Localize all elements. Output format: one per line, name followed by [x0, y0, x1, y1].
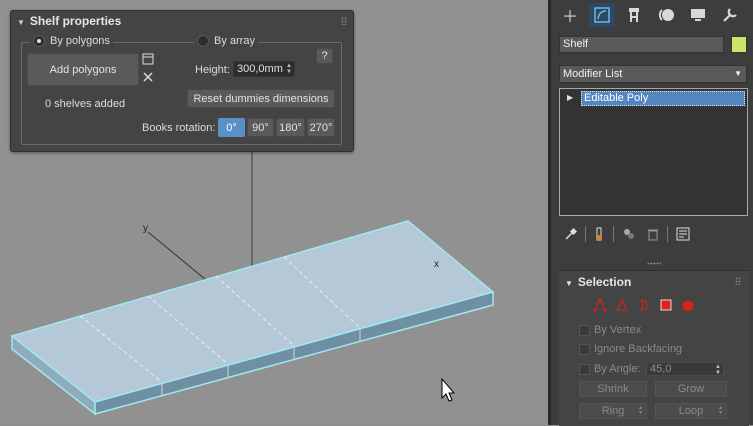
window-icon[interactable] — [142, 53, 156, 67]
rotation-0-button[interactable]: 0° — [218, 118, 245, 137]
y-axis-label: y — [143, 223, 148, 234]
polygon-mode-icon[interactable] — [659, 298, 673, 312]
utilities-tab-icon[interactable] — [717, 3, 743, 27]
radio-by-polygons-label: By polygons — [50, 35, 110, 47]
make-unique-icon[interactable] — [621, 226, 637, 242]
viewport[interactable]: y x ▼ Shelf properties By polygons By arr… — [0, 0, 548, 425]
shelves-count-text: 0 shelves added — [45, 98, 126, 110]
modifier-list-dropdown[interactable]: Modifier List ▼ — [559, 65, 747, 83]
element-mode-icon[interactable] — [681, 298, 695, 312]
by-angle-value: 45,0 — [650, 363, 672, 375]
by-angle-spinner[interactable]: 45,0 ▲ ▼ — [646, 362, 724, 376]
ring-button[interactable]: Ring ▲ ▼ — [579, 403, 647, 419]
radio-by-polygons[interactable]: By polygons — [30, 35, 113, 47]
clear-x-icon[interactable] — [142, 71, 156, 85]
vertex-mode-icon[interactable] — [593, 298, 607, 312]
ignore-backfacing-label: Ignore Backfacing — [594, 343, 683, 355]
checkbox-box — [579, 343, 590, 355]
panel-title[interactable]: ▼ Shelf properties — [17, 14, 121, 28]
radio-on-icon — [33, 35, 45, 47]
panel-title-text: Shelf properties — [29, 14, 122, 28]
by-angle-checkbox[interactable]: By Angle: — [579, 363, 640, 375]
grow-button[interactable]: Grow — [655, 381, 727, 397]
reset-dummies-button[interactable]: Reset dummies dimensions — [187, 89, 335, 108]
pin-stack-icon[interactable] — [563, 226, 579, 242]
panel-grip-icon[interactable] — [341, 17, 347, 25]
command-tabs: ＋ — [551, 0, 753, 30]
height-label: Height: — [195, 64, 230, 76]
display-tab-icon[interactable] — [685, 3, 711, 27]
height-spinner[interactable]: 300,0mm ▲ ▼ — [233, 61, 295, 77]
radio-by-array-label: By array — [214, 35, 255, 47]
selection-rollout-title[interactable]: ▼ Selection — [565, 275, 631, 289]
rotation-90-button[interactable]: 90° — [247, 118, 274, 137]
ring-spinner-icon[interactable]: ▲ ▼ — [638, 406, 643, 416]
toolbar-separator — [667, 226, 668, 242]
dropdown-arrow-icon: ▼ — [734, 69, 742, 78]
modifier-list-label: Modifier List — [563, 68, 623, 80]
by-angle-label: By Angle: — [594, 363, 641, 375]
toolbar-separator — [613, 226, 614, 242]
rotation-180-button[interactable]: 180° — [276, 118, 305, 137]
loop-label: Loop — [678, 405, 704, 417]
height-value: 300,0mm — [237, 63, 283, 75]
edge-mode-icon[interactable] — [615, 298, 629, 312]
shrink-button[interactable]: Shrink — [579, 381, 647, 397]
object-color-swatch[interactable] — [731, 36, 747, 53]
command-panel: ＋ Shelf Modifier List ▼ ▶ Editable Poly — [548, 0, 753, 426]
expand-triangle-icon[interactable]: ▶ — [567, 93, 573, 102]
collapse-triangle-icon[interactable]: ▼ — [565, 279, 573, 288]
rollout-grip-icon[interactable] — [735, 277, 741, 285]
mouse-cursor-icon — [441, 377, 456, 402]
radio-off-icon — [197, 35, 209, 47]
by-vertex-checkbox[interactable]: By Vertex — [579, 324, 641, 336]
x-axis-label: x — [434, 259, 439, 270]
loop-spinner-icon[interactable]: ▲ ▼ — [718, 406, 723, 416]
by-vertex-label: By Vertex — [594, 324, 642, 336]
checkbox-box — [579, 363, 590, 375]
rotation-270-button[interactable]: 270° — [307, 118, 335, 137]
checkbox-box — [579, 324, 590, 336]
stack-item-label: Editable Poly — [581, 91, 745, 106]
panel-divider-grip-icon[interactable] — [647, 262, 661, 265]
help-button[interactable]: ? — [316, 48, 333, 64]
spinner-arrows-icon[interactable]: ▲ ▼ — [715, 364, 721, 376]
hierarchy-tab-icon[interactable] — [621, 3, 647, 27]
shelf-properties-panel: ▼ Shelf properties By polygons By array A… — [10, 10, 354, 152]
selection-title-text: Selection — [577, 275, 632, 289]
add-polygons-button[interactable]: Add polygons — [27, 53, 139, 86]
toolbar-separator — [585, 226, 586, 242]
loop-button[interactable]: Loop ▲ ▼ — [655, 403, 727, 419]
object-name-field[interactable]: Shelf — [559, 36, 724, 53]
books-rotation-label: Books rotation: — [142, 122, 216, 134]
motion-tab-icon[interactable] — [653, 3, 679, 27]
create-tab-icon[interactable]: ＋ — [557, 3, 583, 27]
modify-tab-icon[interactable] — [589, 3, 615, 27]
modifier-stack[interactable]: ▶ Editable Poly — [559, 88, 748, 216]
ignore-backfacing-checkbox[interactable]: Ignore Backfacing — [579, 343, 682, 355]
selection-rollout: ▼ Selection By Vertex Ignore Backfacing … — [559, 270, 749, 426]
configure-sets-icon[interactable] — [675, 226, 691, 242]
collapse-triangle-icon[interactable]: ▼ — [17, 18, 25, 27]
stack-toolbar — [559, 224, 749, 244]
border-mode-icon[interactable] — [637, 298, 651, 312]
spinner-arrows-icon[interactable]: ▲ ▼ — [286, 63, 292, 75]
remove-modifier-icon[interactable] — [645, 226, 661, 242]
stack-item-editable-poly[interactable]: ▶ Editable Poly — [561, 90, 746, 107]
ring-label: Ring — [601, 405, 625, 417]
show-end-result-icon[interactable] — [591, 226, 607, 242]
radio-by-array[interactable]: By array — [194, 35, 258, 47]
